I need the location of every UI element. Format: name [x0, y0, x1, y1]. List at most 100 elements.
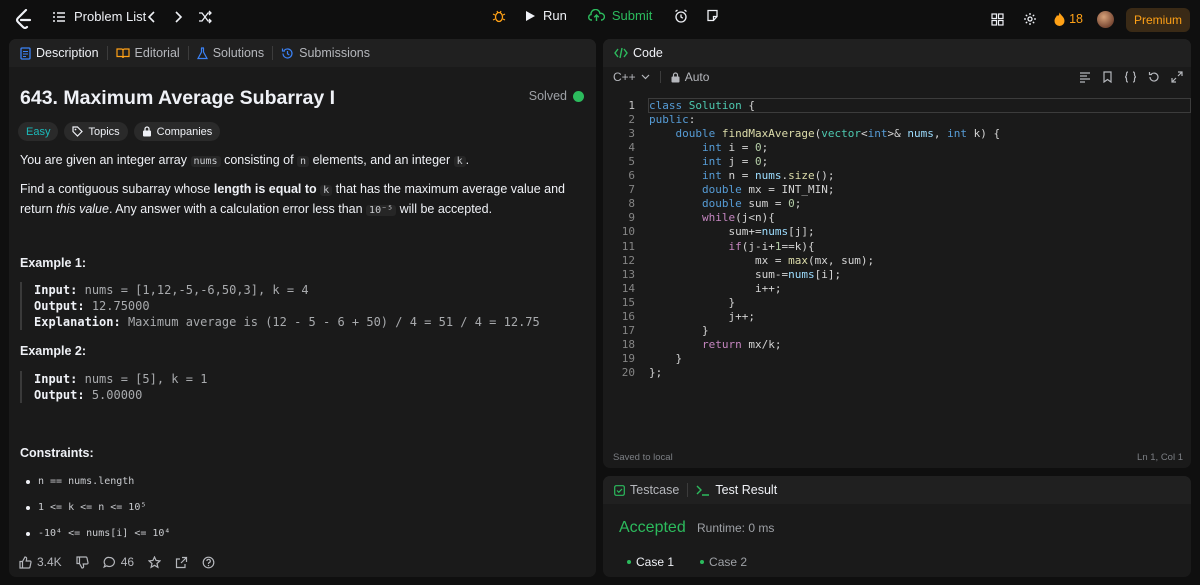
example-2-heading: Example 2:	[20, 344, 87, 358]
like-button[interactable]: 3.4K	[19, 555, 62, 569]
tab-code[interactable]: Code	[614, 46, 663, 60]
thumbs-up-icon	[19, 555, 32, 569]
companies-button[interactable]: Companies	[133, 122, 221, 141]
case-2-label: Case 2	[709, 554, 748, 569]
gear-icon[interactable]	[1023, 12, 1037, 26]
line-number: 4	[628, 141, 635, 155]
run-button[interactable]: Run	[525, 8, 567, 23]
line-number: 2	[628, 113, 635, 127]
line-number: 11	[621, 239, 635, 253]
runtime-text: Runtime: 0 ms	[697, 521, 775, 535]
language-select[interactable]: C++	[613, 70, 650, 84]
code-text: }	[649, 323, 709, 337]
topics-button[interactable]: Topics	[64, 122, 128, 141]
code-text: double mx = INT_MIN;	[701, 183, 835, 197]
tab-editorial[interactable]: Editorial	[115, 46, 180, 60]
description-paragraph-2: Find a contiguous subarray whose length …	[20, 182, 565, 216]
tag-icon	[72, 126, 84, 137]
layout-icon[interactable]	[991, 13, 1004, 26]
description-paragraph-1: You are given an integer array nums cons…	[20, 153, 470, 167]
run-label: Run	[543, 8, 567, 23]
leetcode-logo-icon[interactable]	[15, 9, 33, 29]
code-text: double findMaxAverage(vector<int>& nums,…	[675, 127, 1001, 141]
chevron-left-icon[interactable]	[146, 10, 158, 24]
tab-test-result[interactable]: Test Result	[696, 483, 777, 497]
help-icon[interactable]	[202, 556, 215, 569]
braces-icon[interactable]	[1124, 71, 1137, 83]
tab-testcase[interactable]: Testcase	[614, 483, 679, 497]
auto-mode-toggle[interactable]: Auto	[671, 70, 709, 84]
solved-label: Solved	[528, 89, 567, 103]
thumbs-down-icon[interactable]	[76, 555, 89, 569]
star-icon[interactable]	[148, 555, 162, 569]
editor-toolbar	[1079, 71, 1183, 83]
case-1-tab[interactable]: Case 1	[619, 553, 682, 570]
expand-icon[interactable]	[1171, 71, 1183, 83]
example-2-block: Input: nums = [5], k = 1 Output: 5.00000	[20, 371, 207, 403]
code-text: class Solution {	[649, 99, 755, 112]
chevron-right-icon[interactable]	[172, 10, 184, 24]
note-icon[interactable]	[706, 9, 719, 22]
share-icon[interactable]	[175, 556, 188, 569]
pass-dot-icon	[627, 559, 631, 564]
line-number: 7	[628, 183, 635, 197]
example-1-heading: Example 1:	[20, 256, 87, 270]
comment-count: 46	[120, 555, 135, 569]
flask-icon	[196, 46, 208, 60]
result-status: Accepted	[619, 519, 686, 536]
tab-divider	[272, 46, 274, 60]
line-number: 14	[621, 281, 635, 295]
tab-solutions[interactable]: Solutions	[196, 46, 265, 60]
code-text: double sum = 0;	[701, 197, 802, 211]
tab-description-label: Description	[36, 46, 99, 60]
reset-icon[interactable]	[1148, 71, 1160, 83]
shuffle-icon[interactable]	[198, 10, 212, 24]
alarm-clock-icon[interactable]	[674, 8, 688, 23]
submit-button[interactable]: Submit	[587, 8, 652, 23]
case-1-label: Case 1	[636, 554, 675, 569]
tab-submissions[interactable]: Submissions	[281, 46, 370, 60]
line-number: 6	[628, 169, 635, 183]
code-text: i++;	[649, 281, 782, 295]
avatar[interactable]	[1097, 11, 1114, 28]
streak-counter[interactable]: 18	[1054, 12, 1083, 26]
document-icon	[20, 46, 31, 60]
companies-label: Companies	[156, 125, 213, 138]
code-text: public:	[649, 113, 696, 127]
constraint-item: n == nums.length	[26, 476, 134, 487]
tab-editorial-label: Editorial	[134, 46, 180, 60]
code-text: mx = max(mx, sum);	[649, 253, 875, 267]
code-editor[interactable]: 1 class Solution {2 public: 3 double findMa…	[603, 96, 1191, 382]
divider	[659, 71, 661, 83]
premium-button[interactable]: Premium	[1126, 8, 1190, 32]
line-number: 16	[621, 309, 635, 323]
line-number: 10	[621, 225, 635, 239]
line-number: 15	[621, 295, 635, 309]
tab-description[interactable]: Description	[20, 46, 99, 60]
difficulty-badge[interactable]: Easy	[18, 122, 59, 141]
constraint-item: -10⁴ <= nums[i] <= 10⁴	[26, 528, 170, 539]
line-number: 19	[621, 351, 635, 365]
tab-solutions-label: Solutions	[212, 46, 265, 60]
bookmark-icon[interactable]	[1102, 71, 1113, 83]
pass-dot-icon	[700, 559, 705, 564]
code-text: int i = 0;	[701, 141, 769, 155]
description-panel: Description Editorial Solutions Submissi…	[9, 39, 596, 577]
solved-check-icon	[573, 90, 584, 102]
cloud-upload-icon	[587, 9, 605, 22]
save-status: Saved to local	[613, 452, 673, 463]
line-number: 9	[628, 211, 635, 225]
comments-button[interactable]: 46	[102, 555, 135, 569]
debug-icon[interactable]	[492, 9, 506, 23]
tab-submissions-label: Submissions	[299, 46, 371, 60]
case-2-tab[interactable]: Case 2	[692, 553, 755, 570]
constraint-item: 1 <= k <= n <= 10⁵	[26, 502, 146, 513]
editor-settings-row: C++ Auto	[613, 70, 709, 84]
line-number: 18	[621, 337, 635, 351]
case-tabs: Case 1 Case 2	[619, 553, 755, 570]
lock-icon	[671, 71, 680, 83]
problem-list-button[interactable]: Problem List	[52, 9, 146, 24]
code-panel: Code C++ Auto 1 class Solution {2 public: 3…	[603, 39, 1191, 468]
format-icon[interactable]	[1079, 71, 1091, 83]
line-number: 3	[628, 127, 635, 141]
